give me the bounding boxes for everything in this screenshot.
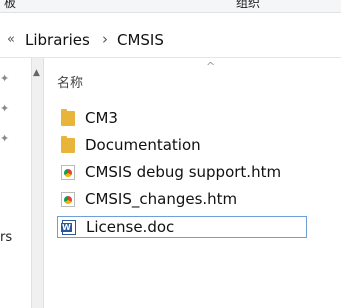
pin-icon: ✦ (0, 102, 10, 115)
file-name: CMSIS_changes.htm (85, 190, 238, 208)
column-header-name[interactable]: 名称 (57, 72, 83, 91)
navigation-scrollbar[interactable]: ▲ (31, 58, 44, 308)
file-item-cmsis-changes[interactable]: CMSIS_changes.htm (57, 189, 307, 211)
file-item-documentation[interactable]: Documentation (57, 135, 307, 157)
navigation-item-label[interactable]: rs (0, 230, 12, 245)
file-name: License.doc (86, 218, 175, 236)
file-name: CMSIS debug support.htm (85, 163, 282, 181)
folder-icon (61, 136, 75, 153)
chrome-html-icon (61, 192, 75, 207)
file-item-license-doc[interactable]: License.doc (57, 216, 307, 238)
file-name: Documentation (85, 136, 201, 154)
sort-ascending-icon: ^ (206, 60, 216, 73)
breadcrumb-cmsis[interactable]: CMSIS (117, 31, 164, 49)
breadcrumb-libraries[interactable]: Libraries (25, 31, 90, 49)
pin-icon: ✦ (0, 72, 10, 85)
file-item-cmsis-debug-support[interactable]: CMSIS debug support.htm (57, 162, 307, 184)
navigation-pane[interactable]: ✦ ✦ ✦ rs (0, 58, 30, 308)
folder-icon (61, 109, 75, 126)
breadcrumb-separator-icon[interactable]: › (102, 30, 108, 48)
ribbon-strip: 板 组织 (0, 0, 341, 12)
overflow-chevron-icon[interactable]: « (7, 32, 15, 47)
file-item-cm3[interactable]: CM3 (57, 108, 307, 130)
ribbon-fragment-organize[interactable]: 组织 (236, 0, 260, 11)
ribbon-fragment-left[interactable]: 板 (4, 0, 16, 11)
chrome-html-icon (61, 165, 75, 180)
word-document-icon (61, 220, 76, 235)
pin-icon: ✦ (0, 132, 10, 145)
scroll-up-arrow-icon[interactable]: ▲ (33, 68, 40, 78)
file-name: CM3 (85, 109, 118, 127)
address-bar[interactable]: « Libraries › CMSIS (0, 24, 341, 58)
